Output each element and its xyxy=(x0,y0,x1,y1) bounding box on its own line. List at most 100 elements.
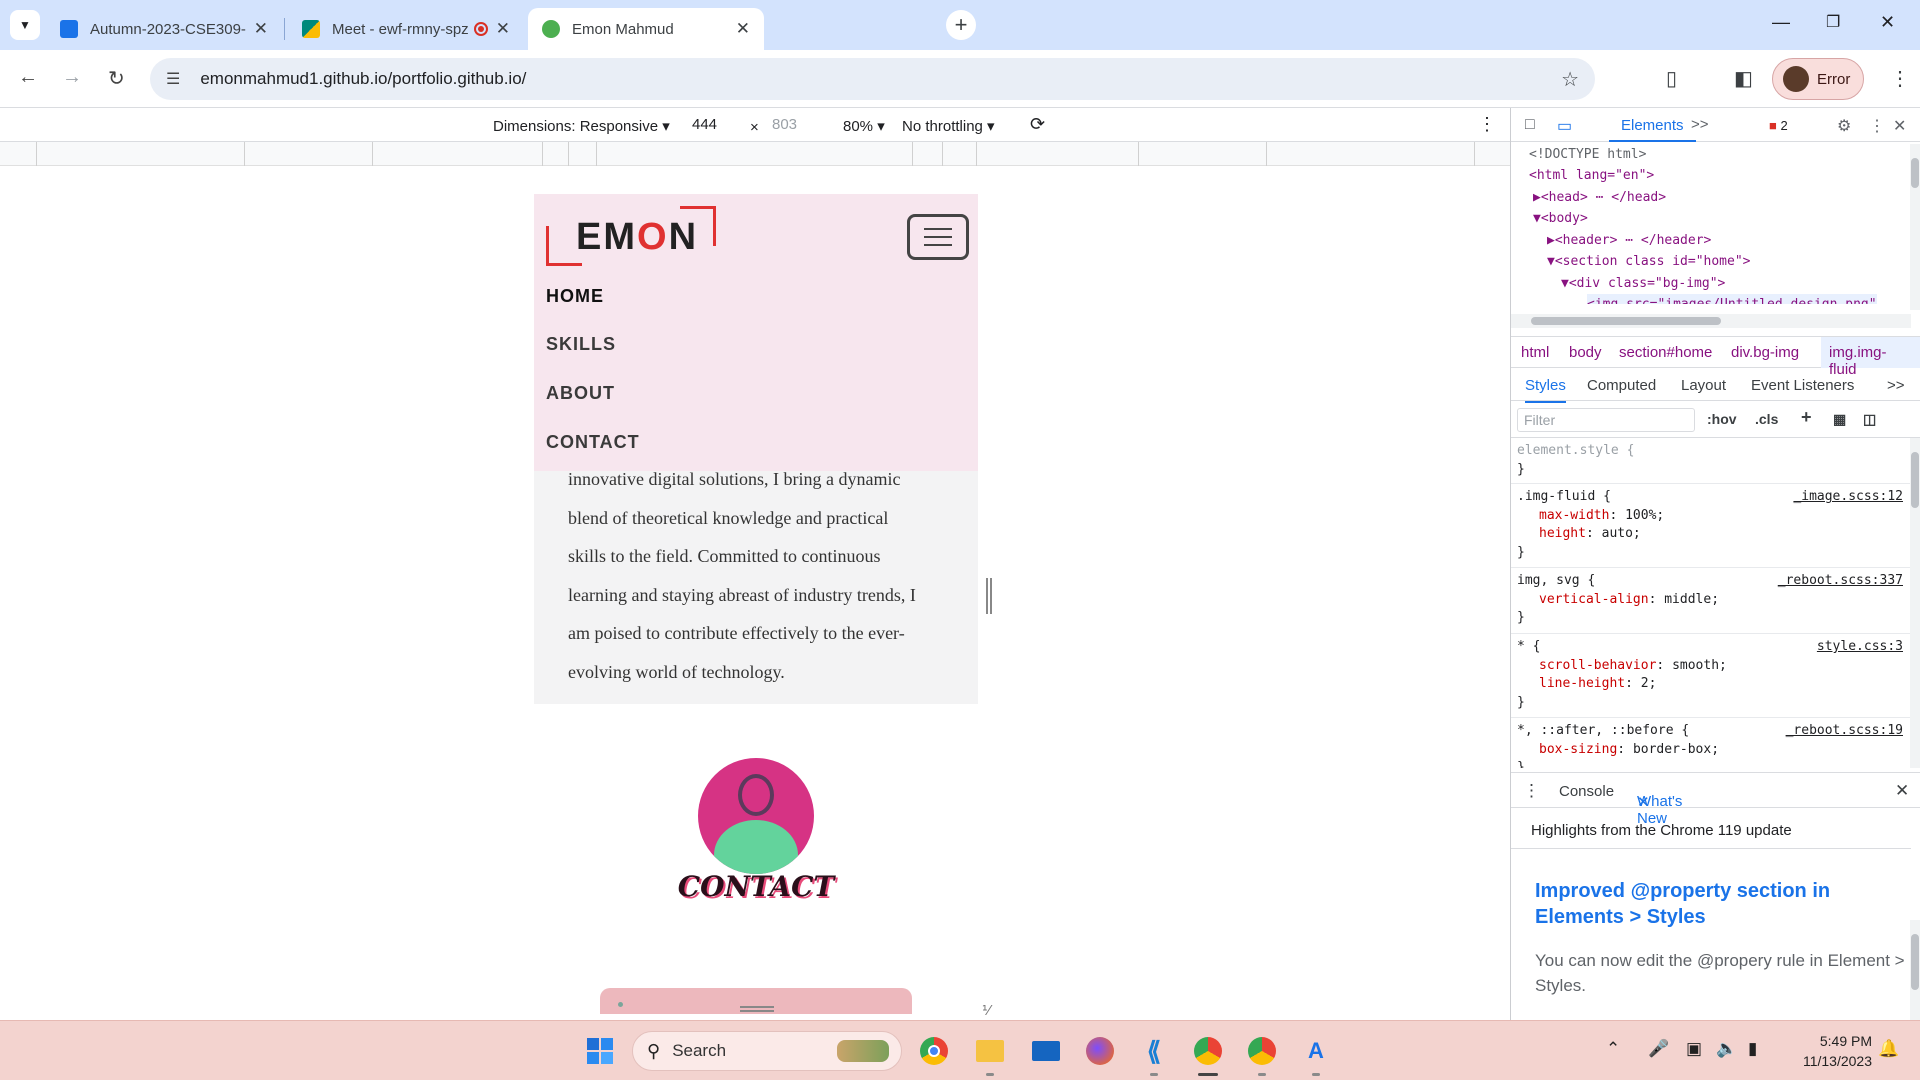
sidebar-toggle-icon[interactable]: ◫ xyxy=(1863,411,1876,428)
forward-arrow-icon[interactable]: → xyxy=(62,66,82,89)
chrome-profile-icon[interactable] xyxy=(1246,1035,1278,1067)
resize-corner-icon[interactable]: ⅟ xyxy=(982,1002,990,1019)
network-icon[interactable]: ▣ xyxy=(1686,1039,1702,1059)
resize-handle-bottom[interactable] xyxy=(740,1006,774,1012)
mail-icon[interactable] xyxy=(1030,1035,1062,1067)
more-vertical-icon[interactable]: ⋮ xyxy=(1890,66,1910,91)
dom-node[interactable]: ▼<body> xyxy=(1533,208,1588,230)
dom-node[interactable]: <html lang="en"> xyxy=(1529,165,1654,187)
close-icon[interactable]: ✕ xyxy=(1637,793,1650,811)
site-logo[interactable]: EMON xyxy=(546,206,716,266)
style-rule[interactable]: *, ::after, ::before { _reboot.scss:19 b… xyxy=(1511,718,1911,768)
close-icon[interactable]: ✕ xyxy=(1893,116,1906,136)
vscode-icon[interactable]: ⟪ xyxy=(1138,1035,1170,1067)
height-input[interactable]: 803 xyxy=(766,113,818,137)
tab-layout[interactable]: Layout xyxy=(1681,377,1726,394)
chrome-profile-icon[interactable] xyxy=(1192,1035,1224,1067)
microphone-icon[interactable]: 🎤 xyxy=(1648,1039,1669,1059)
address-bar[interactable]: ☰ emonmahmud1.github.io/portfolio.github… xyxy=(150,58,1595,100)
error-badge[interactable]: ■ 2 xyxy=(1769,118,1788,133)
style-rule[interactable]: .img-fluid { _image.scss:12 max-width: 1… xyxy=(1511,484,1911,568)
firefox-icon[interactable] xyxy=(1084,1035,1116,1067)
app-store-icon[interactable]: A xyxy=(1300,1035,1332,1067)
cls-toggle[interactable]: .cls xyxy=(1755,411,1778,427)
windows-start-icon[interactable] xyxy=(584,1035,616,1067)
tab-search-dropdown[interactable]: ▼ xyxy=(10,10,40,40)
rule-source-link[interactable]: style.css:3 xyxy=(1817,638,1903,657)
close-icon[interactable]: ✕ xyxy=(496,19,510,39)
tab-styles[interactable]: Styles xyxy=(1525,377,1566,403)
rule-source-link[interactable]: _reboot.scss:19 xyxy=(1786,722,1903,741)
media-query-ruler[interactable] xyxy=(0,142,1510,166)
new-tab-button[interactable]: + xyxy=(946,10,976,40)
style-rule[interactable]: * { style.css:3 scroll-behavior: smooth;… xyxy=(1511,634,1911,718)
tab-console[interactable]: Console xyxy=(1559,783,1614,800)
close-icon[interactable]: ✕ xyxy=(736,19,750,39)
breadcrumb-item[interactable]: div.bg-img xyxy=(1731,344,1799,361)
styles-scrollbar[interactable] xyxy=(1910,438,1920,768)
gear-icon[interactable]: ⚙ xyxy=(1837,116,1851,136)
tab-elements[interactable]: Elements xyxy=(1609,108,1696,142)
more-vertical-icon[interactable]: ⋮ xyxy=(1478,114,1496,135)
url-text[interactable]: emonmahmud1.github.io/portfolio.github.i… xyxy=(200,69,526,89)
rule-property[interactable]: box-sizing: border-box; xyxy=(1517,741,1905,760)
dimensions-dropdown[interactable]: Dimensions: Responsive ▾ xyxy=(493,117,670,135)
file-explorer-icon[interactable] xyxy=(974,1035,1006,1067)
nav-skills[interactable]: SKILLS xyxy=(546,334,616,355)
dom-node[interactable]: ▶<head> ⋯ </head> xyxy=(1533,187,1666,209)
chevron-up-icon[interactable]: ⌃ xyxy=(1606,1039,1620,1059)
dom-horizontal-scrollbar[interactable] xyxy=(1511,314,1911,328)
paint-icon[interactable]: ▦ xyxy=(1833,411,1846,428)
speaker-icon[interactable]: 🔈 xyxy=(1716,1039,1737,1059)
close-icon[interactable]: ✕ xyxy=(254,19,268,39)
hov-toggle[interactable]: :hov xyxy=(1707,411,1737,427)
plus-icon[interactable]: + xyxy=(1801,407,1812,428)
breadcrumb-item[interactable]: html xyxy=(1521,344,1549,361)
rule-property[interactable]: scroll-behavior: smooth; xyxy=(1517,657,1905,676)
dom-scrollbar[interactable] xyxy=(1910,144,1920,310)
dom-node-selected[interactable]: <img src="images/Untitled design.png" xyxy=(1587,294,1877,304)
whats-new-heading[interactable]: Improved @property section in Elements >… xyxy=(1535,878,1895,930)
bookmark-star-icon[interactable]: ☆ xyxy=(1561,67,1579,92)
rule-property[interactable]: line-height: 2; xyxy=(1517,675,1905,694)
breadcrumb-item-selected[interactable]: img.img-fluid xyxy=(1821,337,1920,378)
close-window-icon[interactable]: ✕ xyxy=(1880,12,1895,33)
site-info-icon[interactable]: ☰ xyxy=(166,69,180,89)
rotate-icon[interactable]: ⟳ xyxy=(1030,114,1045,135)
tab-event-listeners[interactable]: Event Listeners xyxy=(1751,377,1854,394)
tab-classroom[interactable]: Autumn-2023-CSE309-4 CSC45 ✕ xyxy=(46,8,282,50)
rule-source-link[interactable]: _image.scss:12 xyxy=(1793,488,1903,507)
close-drawer-icon[interactable]: ✕ xyxy=(1895,781,1909,801)
tab-meet[interactable]: Meet - ewf-rmny-spz ✕ xyxy=(288,8,524,50)
dom-node[interactable]: ▶<header> ⋯ </header> xyxy=(1547,230,1711,252)
breadcrumb-item[interactable]: body xyxy=(1569,344,1602,361)
rule-source-link[interactable]: _reboot.scss:337 xyxy=(1778,572,1903,591)
reload-icon[interactable]: ↻ xyxy=(108,66,125,91)
side-panel-icon[interactable]: ◧ xyxy=(1734,66,1753,91)
dom-node[interactable]: ▼<div class="bg-img"> xyxy=(1561,273,1725,295)
battery-icon[interactable]: ▮ xyxy=(1748,1039,1757,1059)
zoom-dropdown[interactable]: 80% ▾ xyxy=(843,117,885,135)
rule-property[interactable]: height: auto; xyxy=(1517,525,1905,544)
tab-emon-mahmud[interactable]: Emon Mahmud ✕ xyxy=(528,8,764,50)
more-tabs-icon[interactable]: >> xyxy=(1691,116,1709,133)
filter-input[interactable]: Filter xyxy=(1517,408,1695,432)
minimize-icon[interactable]: — xyxy=(1772,12,1790,33)
nav-home[interactable]: HOME xyxy=(546,286,604,307)
device-toggle-icon[interactable]: ▭ xyxy=(1557,116,1572,136)
nav-about[interactable]: ABOUT xyxy=(546,383,615,404)
taskbar-search[interactable]: ⚲ Search xyxy=(632,1031,902,1071)
restore-icon[interactable]: ❐ xyxy=(1826,12,1840,32)
chrome-icon[interactable] xyxy=(918,1035,950,1067)
system-clock[interactable]: 5:49 PM 11/13/2023 xyxy=(1782,1031,1872,1071)
rule-property[interactable]: max-width: 100%; xyxy=(1517,507,1905,526)
more-tabs-icon[interactable]: >> xyxy=(1887,377,1905,394)
resize-handle-right[interactable] xyxy=(986,578,992,614)
hamburger-menu-button[interactable] xyxy=(907,214,969,260)
more-vertical-icon[interactable]: ⋮ xyxy=(1869,116,1885,136)
style-rule[interactable]: element.style { } xyxy=(1511,438,1911,484)
extensions-puzzle-icon[interactable]: ▯ xyxy=(1666,66,1677,91)
width-input[interactable]: 444 xyxy=(686,113,738,137)
notification-bell-icon[interactable]: 🔔 xyxy=(1878,1039,1899,1059)
inspect-element-icon[interactable]: □ xyxy=(1525,116,1535,134)
